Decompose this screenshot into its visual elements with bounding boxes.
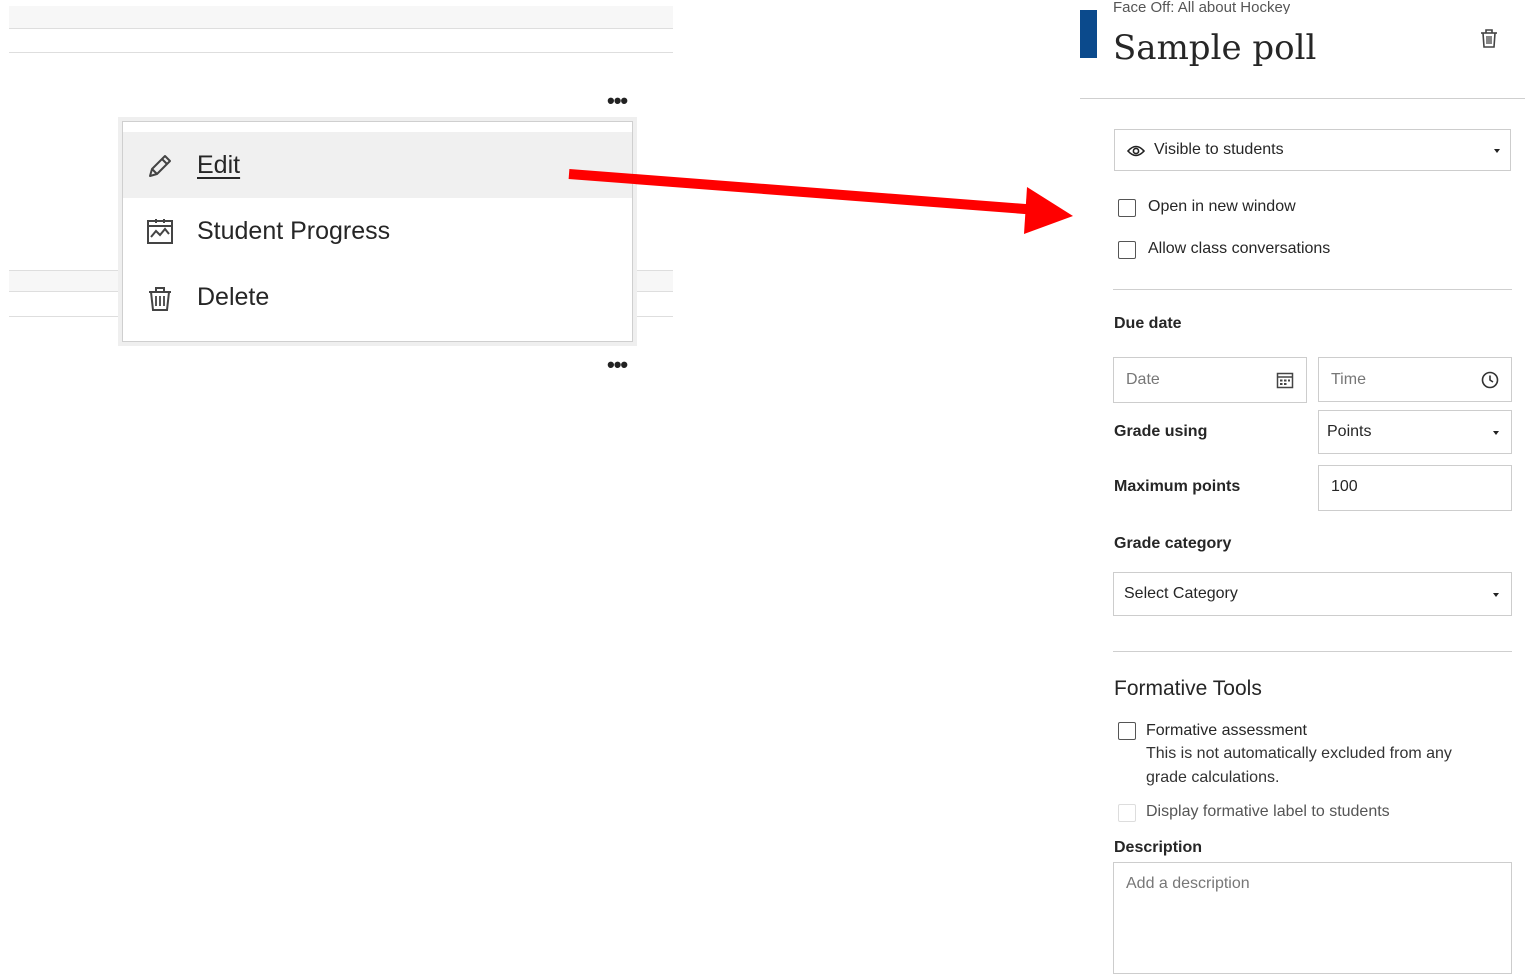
section-divider bbox=[1113, 651, 1512, 652]
menu-item-student-progress[interactable]: Student Progress bbox=[123, 198, 632, 264]
grade-category-select[interactable]: Select Category bbox=[1113, 572, 1512, 616]
date-placeholder: Date bbox=[1126, 371, 1160, 388]
time-placeholder: Time bbox=[1331, 370, 1366, 388]
trash-icon bbox=[149, 287, 171, 311]
grade-using-label: Grade using bbox=[1114, 423, 1208, 440]
menu-item-label: Student Progress bbox=[197, 216, 391, 245]
header-divider bbox=[1080, 98, 1525, 99]
open-new-window-label: Open in new window bbox=[1148, 198, 1296, 215]
progress-chart-icon bbox=[147, 219, 173, 244]
menu-item-label: Edit bbox=[197, 150, 241, 179]
max-points-input[interactable]: 100 bbox=[1318, 465, 1512, 511]
section-divider bbox=[1113, 289, 1512, 290]
open-new-window-checkbox[interactable] bbox=[1118, 199, 1136, 217]
visibility-value: Visible to students bbox=[1154, 141, 1284, 158]
menu-item-edit[interactable]: Edit bbox=[123, 132, 632, 198]
allow-conversations-label: Allow class conversations bbox=[1148, 240, 1331, 257]
formative-tools-heading: Formative Tools bbox=[1114, 677, 1262, 700]
breadcrumb: Face Off: All about Hockey bbox=[1113, 0, 1291, 14]
due-date-label: Due date bbox=[1114, 315, 1182, 332]
max-points-value: 100 bbox=[1331, 478, 1358, 495]
description-placeholder: Add a description bbox=[1126, 875, 1250, 892]
trash-icon[interactable] bbox=[1479, 28, 1499, 50]
menu-item-delete[interactable]: Delete bbox=[123, 264, 632, 330]
grade-using-value: Points bbox=[1327, 423, 1372, 440]
calendar-icon bbox=[1276, 372, 1294, 389]
formative-assessment-note: This is not automatically excluded from … bbox=[1146, 745, 1452, 786]
list-row-top bbox=[9, 6, 673, 28]
allow-conversations-checkbox[interactable] bbox=[1118, 241, 1136, 259]
grade-category-value: Select Category bbox=[1124, 585, 1238, 602]
description-label: Description bbox=[1114, 839, 1203, 856]
display-formative-label: Display formative label to students bbox=[1146, 803, 1390, 820]
clock-icon bbox=[1481, 371, 1499, 388]
formative-assessment-label: Formative assessment bbox=[1146, 722, 1307, 739]
grade-category-label: Grade category bbox=[1114, 535, 1232, 552]
description-textarea[interactable]: Add a description bbox=[1113, 862, 1512, 974]
context-menu: Edit Student Progress Delete bbox=[122, 121, 633, 342]
pencil-icon bbox=[149, 155, 171, 177]
chevron-down-icon bbox=[1494, 149, 1500, 153]
menu-item-label: Delete bbox=[197, 282, 270, 311]
page-title: Sample poll bbox=[1113, 28, 1317, 68]
panel-accent-bar bbox=[1080, 10, 1097, 58]
chevron-down-icon bbox=[1493, 431, 1499, 435]
list-row-divider bbox=[9, 52, 673, 53]
date-input[interactable]: Date bbox=[1113, 357, 1307, 403]
chevron-down-icon bbox=[1493, 593, 1499, 597]
visibility-select[interactable]: Visible to students bbox=[1114, 129, 1511, 171]
more-options-icon[interactable]: ••• bbox=[607, 354, 628, 376]
annotation-arrow bbox=[568, 169, 1073, 234]
formative-assessment-checkbox[interactable] bbox=[1118, 722, 1136, 740]
grade-using-select[interactable]: Points bbox=[1318, 410, 1512, 454]
max-points-label: Maximum points bbox=[1114, 478, 1241, 495]
more-options-icon[interactable]: ••• bbox=[607, 90, 628, 112]
time-input[interactable]: Time bbox=[1318, 357, 1512, 402]
display-formative-checkbox[interactable] bbox=[1118, 804, 1136, 822]
eye-icon bbox=[1127, 145, 1145, 157]
list-row-divider bbox=[9, 28, 673, 29]
